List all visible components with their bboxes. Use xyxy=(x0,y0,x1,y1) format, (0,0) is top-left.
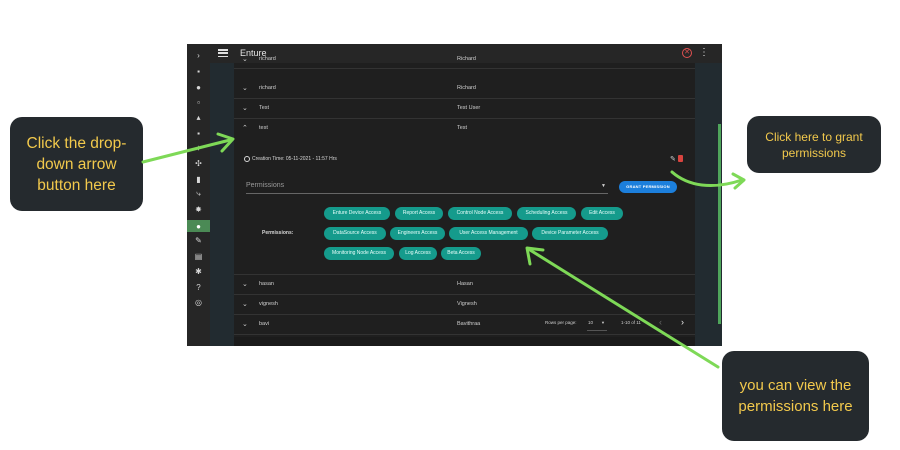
users-table: ⌄ richard Richard ⌄ richard Richard ⌄ Te… xyxy=(234,56,695,337)
callout-view: you can view the permissions here xyxy=(722,351,869,441)
arrow-to-grant-head xyxy=(731,172,746,190)
user-display-name: Richard xyxy=(457,85,476,91)
flow-icon[interactable]: ⤷ xyxy=(191,189,206,199)
permission-chip: Device Parameter Access xyxy=(532,227,608,240)
user-management-icon[interactable]: ● xyxy=(187,220,210,232)
content-gutter-left xyxy=(210,63,234,346)
table-row[interactable]: ⌄ richard Richard xyxy=(234,79,695,99)
permission-chip: Beta Access xyxy=(441,247,481,260)
chevron-down-icon[interactable]: ⌄ xyxy=(242,320,250,328)
book-icon[interactable]: ▮ xyxy=(191,174,206,184)
user-detail-panel: Creation Time: 05-11-2021 - 11:57 Hrs ✎ … xyxy=(234,149,695,275)
chevron-down-icon[interactable]: ⌄ xyxy=(242,280,250,288)
grant-permission-button[interactable]: GRANT PERMISSION xyxy=(619,181,677,193)
menu-icon[interactable] xyxy=(218,49,228,57)
permissions-select-label: Permissions xyxy=(246,182,285,189)
log-icon[interactable]: ▤ xyxy=(191,251,206,261)
callout-view-text: you can view the permissions here xyxy=(738,377,853,415)
user-name: hasan xyxy=(259,281,274,287)
scrollbar[interactable] xyxy=(718,124,721,324)
about-icon[interactable]: ◎ xyxy=(191,297,206,307)
callout-grant: Click here to grant permissions xyxy=(747,116,881,173)
user-display-name: Bavithraa xyxy=(457,321,481,327)
device-icon[interactable]: ● xyxy=(191,82,206,92)
alert-icon[interactable]: ✸ xyxy=(191,204,206,214)
chevron-down-icon[interactable]: ⌄ xyxy=(242,84,250,92)
permission-chip: Enture Device Access xyxy=(324,207,390,220)
permission-chip: Report Access xyxy=(395,207,443,220)
expand-rail-icon[interactable]: › xyxy=(191,50,206,60)
edit-icon[interactable]: ✎ xyxy=(670,155,676,163)
more-options-icon[interactable]: ⋮ xyxy=(699,47,709,58)
node-icon[interactable]: ✦ xyxy=(191,143,206,153)
permission-chip: Control Node Access xyxy=(448,207,512,220)
rows-per-page-underline xyxy=(587,330,607,331)
table-row[interactable]: ⌄ hasan Hasan xyxy=(234,275,695,295)
delete-icon[interactable] xyxy=(678,155,683,162)
user-name: test xyxy=(259,125,268,131)
chevron-down-icon[interactable]: ⌄ xyxy=(242,104,250,112)
rows-per-page-arrow-icon[interactable]: ▼ xyxy=(601,320,605,325)
permission-chip: DataSource Access xyxy=(324,227,386,240)
callout-dropdown: Click the drop-down arrow button here xyxy=(10,117,143,211)
tutorial-stage: › ▪ ● ▫ ▴ ▪ ✦ ✣ ▮ ⤷ ✸ ● ✎ ▤ ✱ ? ◎ Enture… xyxy=(0,0,900,450)
permission-chip: User Access Management xyxy=(449,227,528,240)
chevron-up-icon[interactable]: ⌃ xyxy=(242,124,250,132)
pagination-range: 1-10 of 11 xyxy=(621,320,641,325)
settings-icon[interactable]: ✱ xyxy=(191,266,206,276)
user-display-name: Test User xyxy=(457,105,481,111)
table-row[interactable]: ⌄ vignesh Vignesh xyxy=(234,295,695,315)
app-window: › ▪ ● ▫ ▴ ▪ ✦ ✣ ▮ ⤷ ✸ ● ✎ ▤ ✱ ? ◎ Enture… xyxy=(187,44,722,346)
rows-per-page-select[interactable]: 10 xyxy=(588,320,593,325)
user-name: Test xyxy=(259,105,270,111)
user-name: richard xyxy=(259,85,276,91)
permission-chip: Scheduling Access xyxy=(517,207,576,220)
chevron-down-icon[interactable]: ⌄ xyxy=(242,55,250,63)
wrench-icon[interactable]: ✎ xyxy=(191,235,206,245)
user-name: vignesh xyxy=(259,301,278,307)
user-name: richard xyxy=(259,56,276,62)
permissions-label: Permissions: xyxy=(262,230,294,236)
left-rail: › ▪ ● ▫ ▴ ▪ ✦ ✣ ▮ ⤷ ✸ ● ✎ ▤ ✱ ? ◎ xyxy=(187,44,210,346)
grid-icon[interactable]: ▫ xyxy=(191,97,206,107)
user-display-name: Hasan xyxy=(457,281,473,287)
creation-time: Creation Time: 05-11-2021 - 11:57 Hrs xyxy=(244,156,337,162)
callout-dropdown-text: Click the drop-down arrow button here xyxy=(26,134,127,194)
permission-chip: Edit Access xyxy=(581,207,623,220)
permission-chip: Log Access xyxy=(399,247,437,260)
user-display-name: Vignesh xyxy=(457,301,477,307)
dashboard-icon[interactable]: ▪ xyxy=(191,66,206,76)
chevron-down-icon[interactable]: ⌄ xyxy=(242,300,250,308)
permission-chip: Engineers Access xyxy=(390,227,445,240)
report-icon[interactable]: ▪ xyxy=(191,128,206,138)
user-display-name: Richard xyxy=(457,56,476,62)
table-row[interactable]: ⌄ bavi Bavithraa xyxy=(234,315,695,335)
rows-per-page-label: Rows per page: xyxy=(545,320,577,325)
creation-time-text: Creation Time: 05-11-2021 - 11:57 Hrs xyxy=(252,156,337,162)
permissions-select[interactable]: Permissions ▼ xyxy=(246,180,608,194)
dropdown-arrow-icon[interactable]: ▼ xyxy=(601,183,606,189)
permission-chip: Monitoring Node Access xyxy=(324,247,394,260)
chart-icon[interactable]: ▴ xyxy=(191,112,206,122)
user-display-name: Test xyxy=(457,125,468,131)
help-icon[interactable]: ? xyxy=(191,282,206,292)
user-name: bavi xyxy=(259,321,270,327)
callout-grant-text: Click here to grant permissions xyxy=(765,129,863,160)
clock-icon xyxy=(244,156,250,162)
table-row[interactable]: ⌄ Test Test User xyxy=(234,99,695,119)
next-page-icon[interactable]: › xyxy=(681,317,684,327)
previous-page-icon[interactable]: ‹ xyxy=(659,317,662,327)
table-row-expanded[interactable]: ⌃ test Test xyxy=(234,119,695,139)
network-icon[interactable]: ✣ xyxy=(191,158,206,168)
expand-rail-glyph: › xyxy=(197,50,200,60)
table-row[interactable]: ⌄ richard Richard xyxy=(234,55,695,69)
